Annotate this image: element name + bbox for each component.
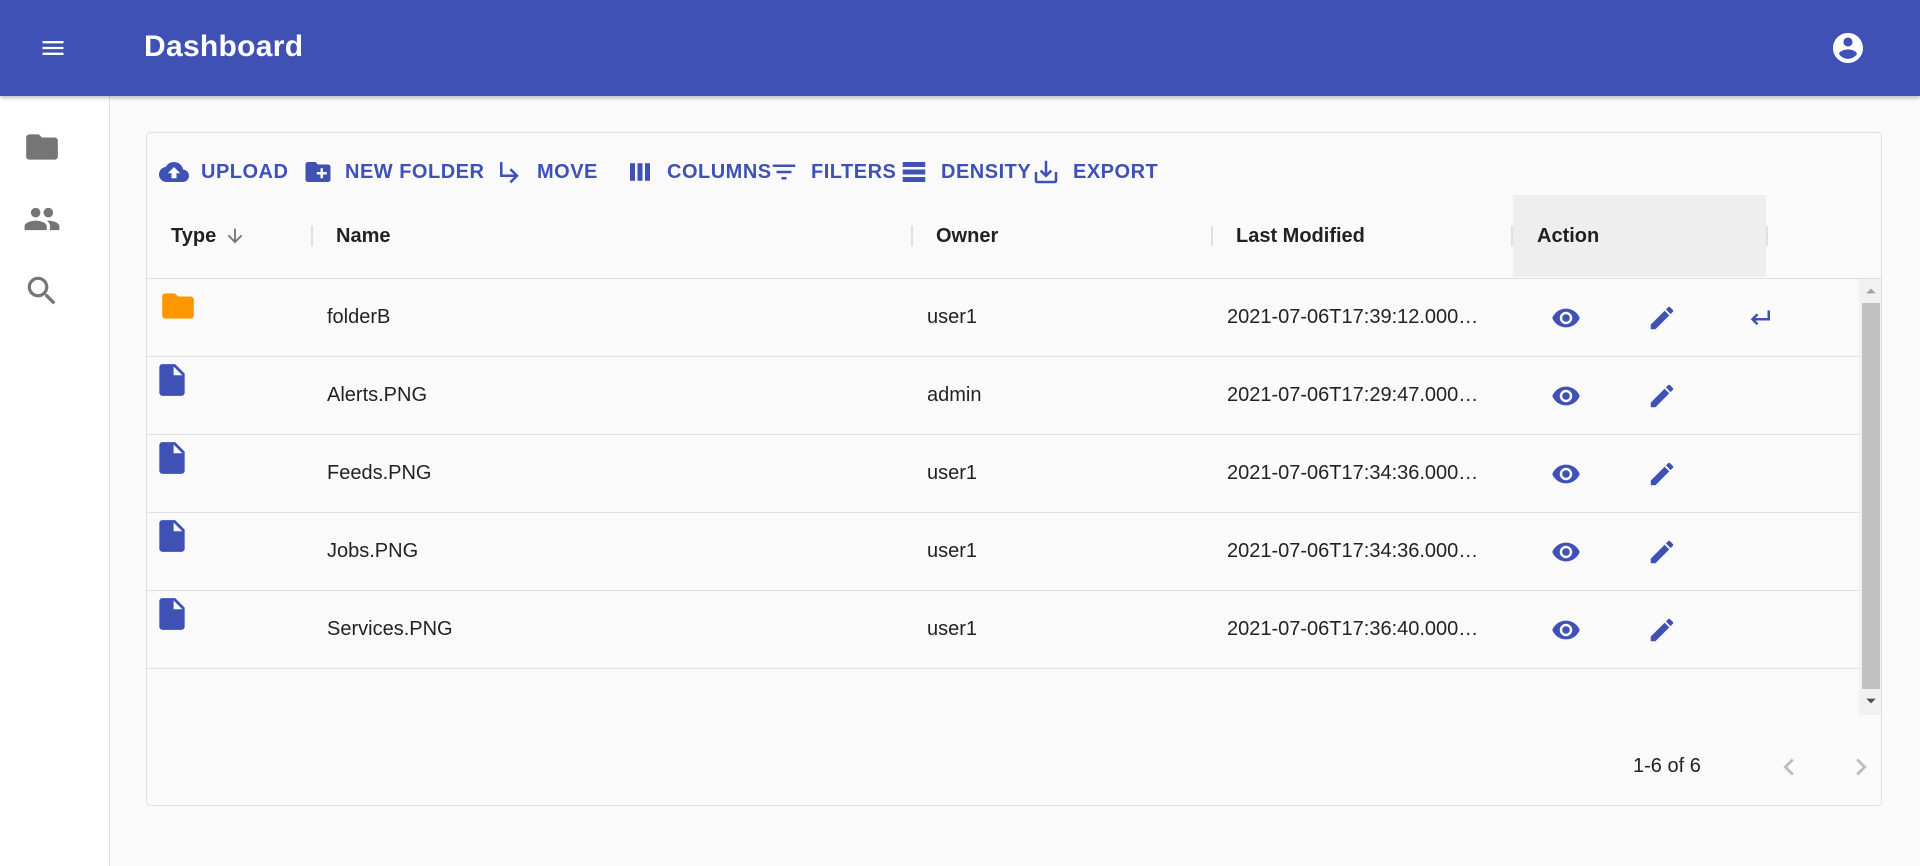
view-eye-icon[interactable] [1551,459,1581,489]
view-eye-icon[interactable] [1551,381,1581,411]
scrollbar-thumb[interactable] [1862,303,1880,689]
modified-cell: 2021-07-06T17:34:36.000… [1227,462,1479,484]
file-icon [159,520,185,552]
column-separator[interactable] [911,226,913,246]
move-button[interactable]: MOVE [495,153,598,191]
edit-pencil-icon[interactable] [1647,303,1677,333]
export-button[interactable]: EXPORT [1031,153,1158,191]
column-separator[interactable] [1766,226,1768,246]
filters-button[interactable]: FILTERS [769,153,896,191]
open-folder-return-icon[interactable] [1745,303,1775,333]
arrow-downward-icon[interactable] [224,225,246,247]
side-drawer [0,96,110,866]
density-icon [902,162,926,182]
grid-body: folderB user1 2021-07-06T17:39:12.000… A… [147,279,1859,669]
people-nav-icon[interactable] [23,200,61,238]
table-row[interactable]: Alerts.PNG admin 2021-07-06T17:29:47.000… [147,357,1859,435]
file-icon [159,598,185,630]
column-header-name[interactable]: Name [336,195,390,277]
density-label: DENSITY [941,160,1032,183]
page-title: Dashboard [144,30,304,63]
table-row[interactable]: folderB user1 2021-07-06T17:39:12.000… [147,279,1859,357]
modified-cell: 2021-07-06T17:36:40.000… [1227,618,1479,640]
edit-pencil-icon[interactable] [1647,615,1677,645]
table-row[interactable]: Jobs.PNG user1 2021-07-06T17:34:36.000… [147,513,1859,591]
modified-cell: 2021-07-06T17:29:47.000… [1227,384,1479,406]
chevron-left-icon[interactable] [1772,750,1806,784]
chevron-right-icon[interactable] [1844,750,1878,784]
column-header-row: Type Name Owner Last Modified Action [147,195,1881,279]
column-header-modified-label: Last Modified [1236,224,1365,247]
column-header-type-label: Type [171,224,217,247]
scroll-down-arrow-icon[interactable] [1865,695,1877,707]
owner-cell: user1 [927,306,978,328]
filter-list-icon [772,164,796,180]
pagination-range: 1-6 of 6 [1633,755,1701,777]
scroll-up-arrow-icon[interactable] [1865,285,1877,297]
column-header-owner-label: Owner [936,224,999,247]
name-cell: Services.PNG [327,618,453,640]
subdirectory-arrow-right-icon [500,162,519,184]
view-column-icon [630,163,650,181]
upload-label: UPLOAD [201,160,289,183]
column-header-action[interactable]: Action [1513,195,1766,277]
file-data-grid: UPLOAD NEW FOLDER MOVE COLUMNS FILTERS D… [146,132,1882,806]
column-header-action-label: Action [1537,224,1600,247]
export-label: EXPORT [1073,160,1159,183]
edit-pencil-icon[interactable] [1647,537,1677,567]
owner-cell: user1 [927,618,978,640]
file-icon [159,364,185,396]
account-circle-icon[interactable] [1830,30,1866,66]
create-new-folder-icon [305,162,331,182]
file-icon [159,442,185,474]
column-header-name-label: Name [336,224,391,247]
new-folder-button[interactable]: NEW FOLDER [303,153,484,191]
owner-cell: admin [927,384,982,406]
owner-cell: user1 [927,462,978,484]
columns-button[interactable]: COLUMNS [625,153,772,191]
new-folder-label: NEW FOLDER [345,160,485,183]
column-header-modified[interactable]: Last Modified [1236,195,1365,277]
density-button[interactable]: DENSITY [899,153,1031,191]
move-label: MOVE [537,160,598,183]
folder-nav-icon[interactable] [23,128,61,166]
edit-pencil-icon[interactable] [1647,381,1677,411]
column-header-type[interactable]: Type [171,195,246,277]
filters-label: FILTERS [811,160,897,183]
edit-pencil-icon[interactable] [1647,459,1677,489]
name-cell: folderB [327,306,391,328]
download-icon [1034,160,1058,184]
name-cell: Alerts.PNG [327,384,428,406]
column-header-owner[interactable]: Owner [936,195,998,277]
modified-cell: 2021-07-06T17:39:12.000… [1227,306,1479,328]
modified-cell: 2021-07-06T17:34:36.000… [1227,540,1479,562]
column-separator[interactable] [311,226,313,246]
upload-button[interactable]: UPLOAD [159,153,288,191]
columns-label: COLUMNS [667,160,772,183]
name-cell: Feeds.PNG [327,462,432,484]
view-eye-icon[interactable] [1551,615,1581,645]
app-bar: Dashboard [0,0,1920,96]
owner-cell: user1 [927,540,978,562]
view-eye-icon[interactable] [1551,303,1581,333]
search-nav-icon[interactable] [23,272,61,310]
view-eye-icon[interactable] [1551,537,1581,567]
cloud-upload-icon [159,162,189,182]
folder-icon [162,293,194,319]
column-separator[interactable] [1211,226,1213,246]
table-row[interactable]: Feeds.PNG user1 2021-07-06T17:34:36.000… [147,435,1859,513]
menu-icon[interactable] [38,34,68,62]
table-row[interactable]: Services.PNG user1 2021-07-06T17:36:40.0… [147,591,1859,669]
name-cell: Jobs.PNG [327,540,419,562]
